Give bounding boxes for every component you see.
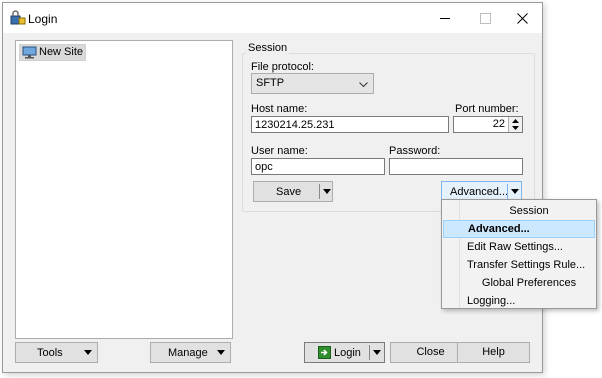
user-name-input[interactable] [251,158,385,175]
close-button-label: Close [416,346,445,358]
file-protocol-select[interactable]: SFTP [251,73,374,94]
close-icon [516,12,528,24]
menu-item-edit-raw-settings[interactable]: Edit Raw Settings... [442,238,596,256]
site-tree[interactable]: New Site [15,40,233,339]
tools-button[interactable]: Tools [15,342,98,363]
tree-item-label: New Site [39,46,84,58]
menu-header-label: Global Preferences [481,277,577,289]
host-name-label: Host name: [251,103,308,115]
spin-buttons[interactable] [508,117,522,132]
minimize-icon [440,17,450,19]
password-label: Password: [389,145,441,157]
port-number-label: Port number: [455,103,519,115]
manage-button-label: Manage [168,347,208,359]
menu-item-label: Transfer Settings Rule... [467,259,586,271]
split-divider [507,184,508,199]
password-input[interactable] [389,158,523,175]
help-button[interactable]: Help [457,342,530,363]
menu-item-advanced[interactable]: Advanced... [443,220,595,238]
login-window: Login New Site Session File protocol: SF… [2,2,543,373]
spin-up-icon[interactable] [512,119,519,123]
file-protocol-label: File protocol: [251,61,314,73]
chevron-down-icon [359,79,368,91]
manage-button[interactable]: Manage [150,342,231,363]
chevron-down-icon[interactable] [511,189,519,194]
minimize-button[interactable] [425,3,465,33]
advanced-dropdown-menu: Session Advanced... Edit Raw Settings...… [441,199,597,309]
advanced-button-label: Advanced... [450,186,509,198]
chevron-down-icon [217,350,225,355]
chevron-down-icon[interactable] [323,189,331,194]
host-name-input[interactable] [251,116,449,133]
user-name-label: User name: [251,145,308,157]
file-protocol-value: SFTP [256,77,285,89]
login-button[interactable]: Login [304,342,385,363]
session-group-label: Session [246,42,290,54]
maximize-button[interactable] [465,3,505,33]
spin-down-icon[interactable] [512,126,519,130]
title-bar: Login [3,3,542,33]
port-number-stepper[interactable]: 22 [453,116,523,133]
menu-item-transfer-settings-rule[interactable]: Transfer Settings Rule... [442,256,596,274]
split-divider [369,345,370,360]
menu-header-global-preferences: Global Preferences [442,274,596,292]
menu-item-label: Logging... [467,295,516,307]
close-window-button[interactable] [502,3,542,33]
help-button-label: Help [482,346,505,358]
menu-item-label: Edit Raw Settings... [467,241,563,253]
menu-header-label: Session [509,205,549,217]
app-login-icon [10,10,26,26]
menu-header-session: Session [442,202,596,220]
port-number-value: 22 [492,118,505,130]
maximize-icon [479,12,491,24]
tools-button-label: Tools [37,347,63,359]
chevron-down-icon[interactable] [373,350,381,355]
window-title: Login [28,12,58,26]
chevron-down-icon [84,350,92,355]
login-icon [318,346,331,359]
save-button-label: Save [276,186,302,198]
tree-item-new-site[interactable]: New Site [19,44,87,61]
computer-icon [22,46,37,59]
save-button[interactable]: Save [253,181,333,202]
menu-item-logging[interactable]: Logging... [442,292,596,310]
split-divider [319,184,320,199]
login-button-label: Login [334,347,361,359]
menu-item-label: Advanced... [468,223,530,235]
